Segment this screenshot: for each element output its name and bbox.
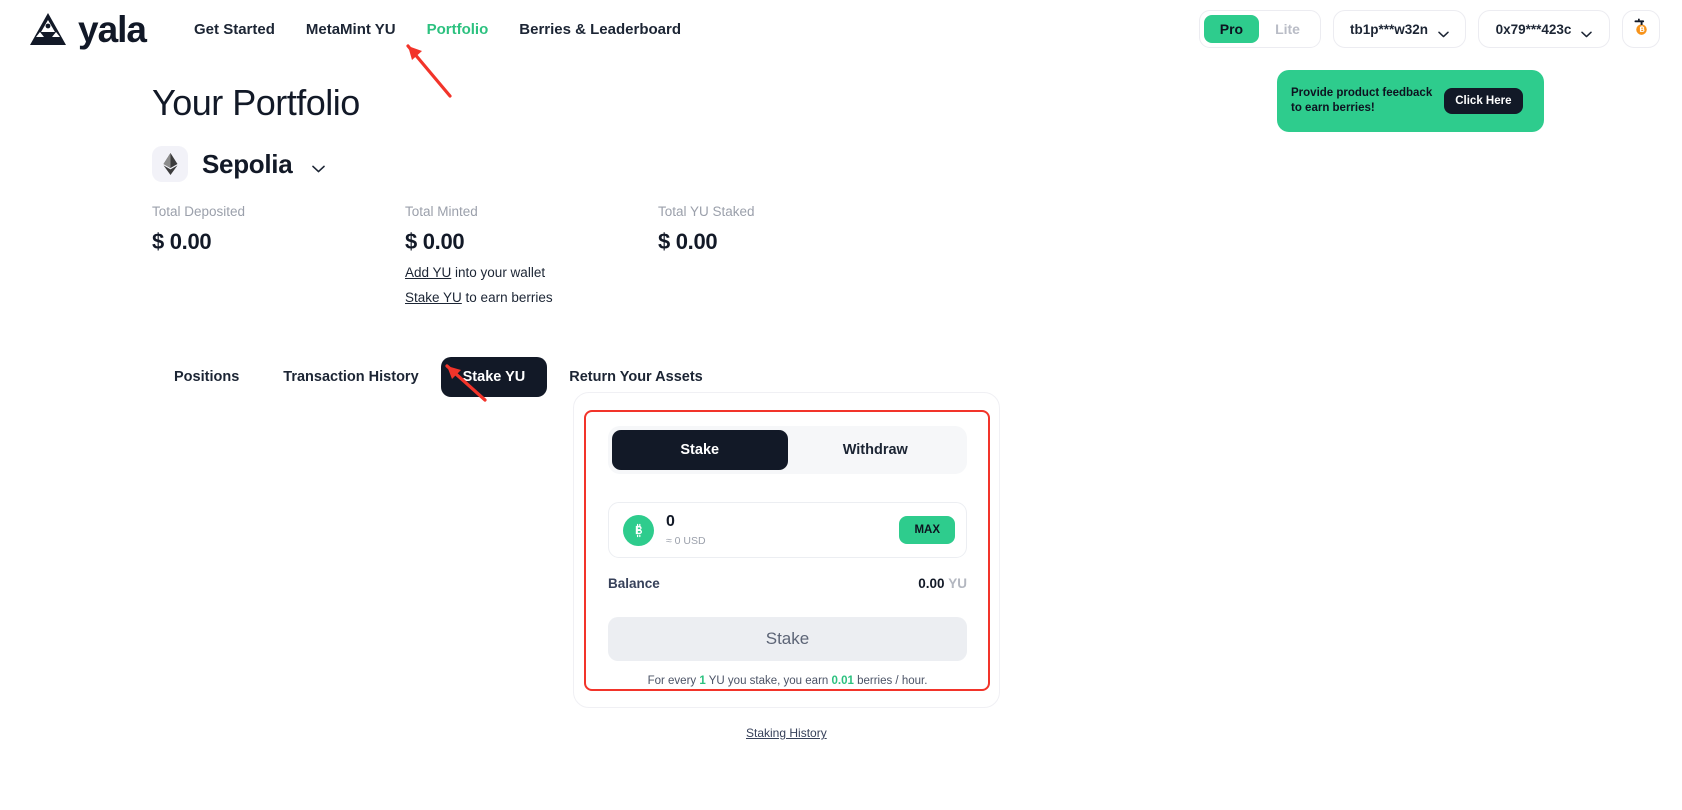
chevron-down-icon xyxy=(1581,26,1592,33)
top-navigation-bar: yala Get Started MetaMint YU Portfolio B… xyxy=(0,0,1682,58)
faucet-button[interactable] xyxy=(1622,10,1660,48)
stake-yu-rest: to earn berries xyxy=(462,290,553,305)
stake-submit-button[interactable]: Stake xyxy=(608,617,967,661)
stake-card-content: Stake Withdraw 0 ≈ 0 USD MAX Balance xyxy=(608,426,967,687)
tab-positions[interactable]: Positions xyxy=(152,357,261,397)
tab-return-your-assets[interactable]: Return Your Assets xyxy=(547,357,725,397)
note-reward: 0.01 xyxy=(832,675,854,687)
note-prefix: For every xyxy=(648,675,700,687)
nav-link-portfolio[interactable]: Portfolio xyxy=(427,21,489,38)
switch-stake-tab[interactable]: Stake xyxy=(612,430,788,470)
mountain-logo-icon xyxy=(26,11,70,47)
evm-wallet-selector[interactable]: 0x79***423c xyxy=(1478,10,1610,48)
stat-label: Total YU Staked xyxy=(658,204,911,219)
nav-link-berries-leaderboard[interactable]: Berries & Leaderboard xyxy=(519,21,681,38)
note-mid: YU you stake, you earn xyxy=(706,675,832,687)
ethereum-icon xyxy=(152,146,188,182)
portfolio-page: Your Portfolio Sepolia Total Deposited $… xyxy=(0,82,1682,397)
top-right-controls: Pro Lite tb1p***w32n 0x79***423c xyxy=(1199,10,1660,48)
balance-unit: YU xyxy=(948,576,967,591)
portfolio-tabs: Positions Transaction History Stake YU R… xyxy=(152,357,1682,397)
main-nav: Get Started MetaMint YU Portfolio Berrie… xyxy=(194,21,681,38)
add-yu-rest: into your wallet xyxy=(451,265,545,280)
amount-usd-equivalent: ≈ 0 USD xyxy=(666,535,887,547)
network-selector[interactable]: Sepolia xyxy=(152,146,1682,182)
stat-value: $ 0.00 xyxy=(152,229,405,255)
portfolio-stats: Total Deposited $ 0.00 Total Minted $ 0.… xyxy=(152,204,1682,305)
brand-logo[interactable]: yala xyxy=(26,11,146,48)
mode-lite-button[interactable]: Lite xyxy=(1259,15,1316,43)
network-name: Sepolia xyxy=(202,149,292,180)
stat-total-minted: Total Minted $ 0.00 Add YU into your wal… xyxy=(405,204,658,305)
note-suffix: berries / hour. xyxy=(854,675,928,687)
balance-amount: 0.00 YU xyxy=(918,576,967,591)
mode-switch: Pro Lite xyxy=(1199,10,1321,48)
tab-stake-yu[interactable]: Stake YU xyxy=(441,357,548,397)
stake-withdraw-switch: Stake Withdraw xyxy=(608,426,967,474)
btc-wallet-address: tb1p***w32n xyxy=(1350,22,1428,37)
amount-input-row[interactable]: 0 ≈ 0 USD MAX xyxy=(608,502,967,558)
balance-label: Balance xyxy=(608,576,660,591)
stat-label: Total Minted xyxy=(405,204,658,219)
tab-transaction-history[interactable]: Transaction History xyxy=(261,357,440,397)
chevron-down-icon xyxy=(312,160,325,168)
page-title: Your Portfolio xyxy=(152,82,1682,124)
balance-value: 0.00 xyxy=(918,576,944,591)
nav-link-get-started[interactable]: Get Started xyxy=(194,21,275,38)
staking-rate-note: For every 1 YU you stake, you earn 0.01 … xyxy=(608,675,967,687)
bitcoin-coin-icon xyxy=(623,515,654,546)
stake-card: Stake Withdraw 0 ≈ 0 USD MAX Balance xyxy=(573,392,1000,708)
bitcoin-faucet-icon xyxy=(1631,16,1652,42)
brand-name: yala xyxy=(78,11,146,48)
amount-values: 0 ≈ 0 USD xyxy=(666,513,887,547)
evm-wallet-address: 0x79***423c xyxy=(1496,22,1572,37)
balance-row: Balance 0.00 YU xyxy=(608,576,967,591)
stat-label: Total Deposited xyxy=(152,204,405,219)
stat-total-yu-staked: Total YU Staked $ 0.00 xyxy=(658,204,911,305)
add-yu-link[interactable]: Add YU xyxy=(405,265,451,280)
stat-value: $ 0.00 xyxy=(658,229,911,255)
add-yu-row: Add YU into your wallet xyxy=(405,265,658,280)
btc-wallet-selector[interactable]: tb1p***w32n xyxy=(1333,10,1466,48)
stat-total-deposited: Total Deposited $ 0.00 xyxy=(152,204,405,305)
max-button[interactable]: MAX xyxy=(899,516,955,544)
mode-pro-button[interactable]: Pro xyxy=(1204,15,1259,43)
staking-history-link[interactable]: Staking History xyxy=(746,726,827,740)
amount-input[interactable]: 0 xyxy=(666,513,887,531)
chevron-down-icon xyxy=(1438,26,1449,33)
nav-link-metamint-yu[interactable]: MetaMint YU xyxy=(306,21,396,38)
stake-yu-row: Stake YU to earn berries xyxy=(405,290,658,305)
switch-withdraw-tab[interactable]: Withdraw xyxy=(788,430,964,470)
stat-value: $ 0.00 xyxy=(405,229,658,255)
stake-yu-link[interactable]: Stake YU xyxy=(405,290,462,305)
